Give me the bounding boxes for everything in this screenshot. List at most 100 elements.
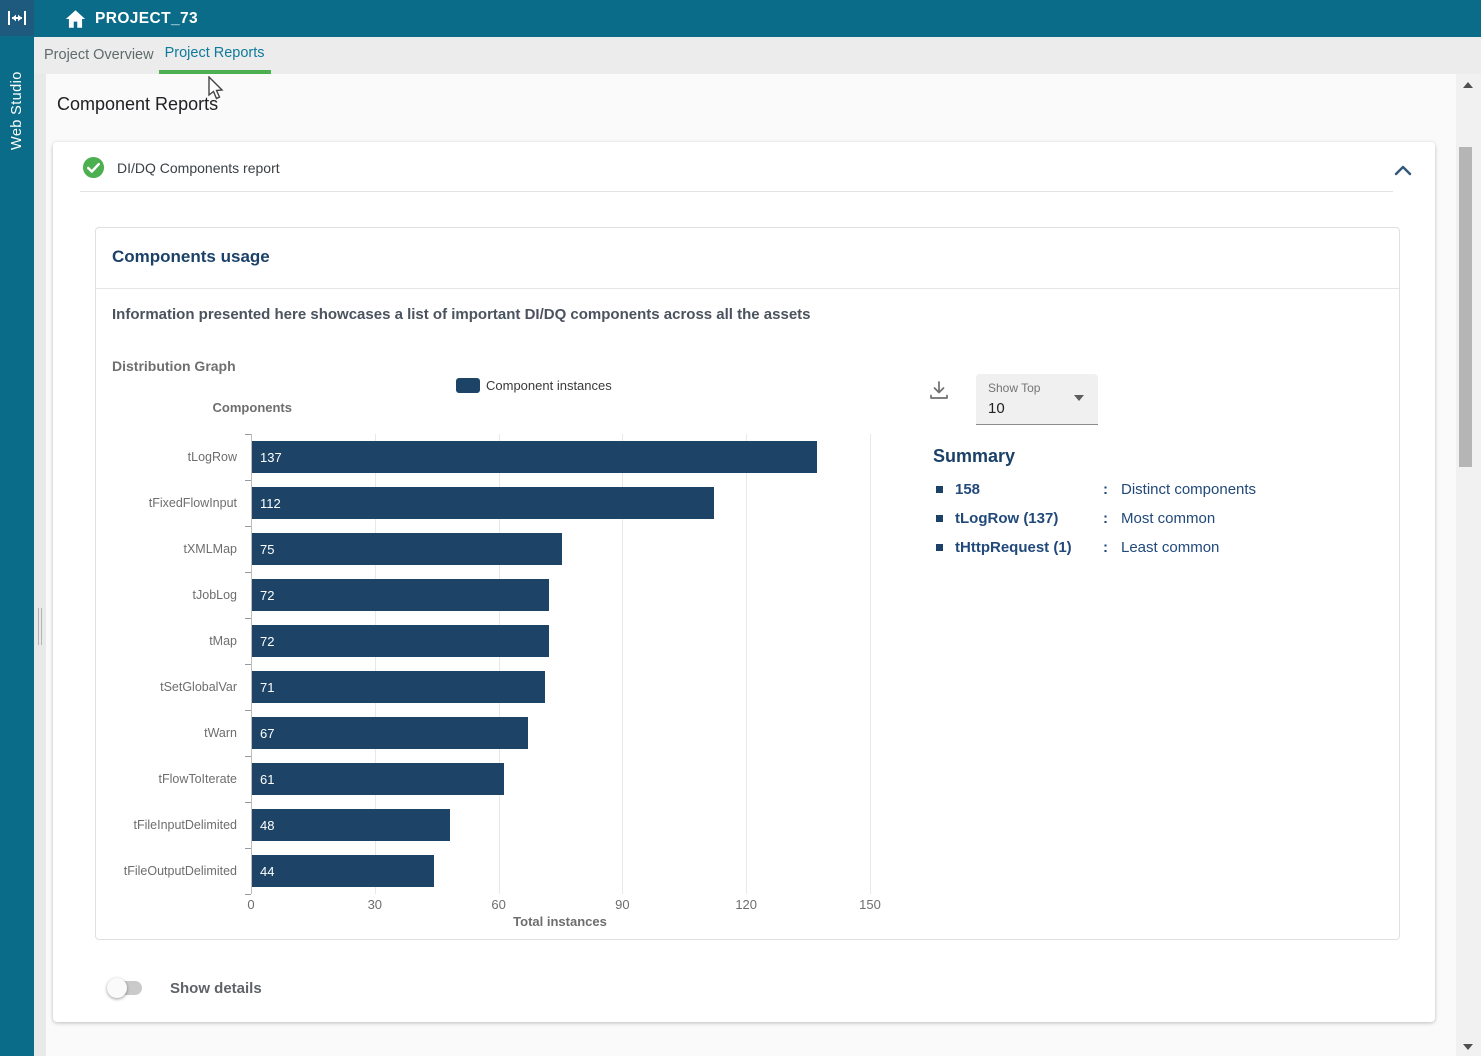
bar-value-label: 72 <box>252 634 274 649</box>
legend-label: Component instances <box>486 378 612 393</box>
resizer-handle-icon <box>36 608 44 645</box>
category-label: tFileInputDelimited <box>121 802 244 848</box>
category-label: tFixedFlowInput <box>121 480 244 526</box>
x-tick-label: 150 <box>850 897 890 912</box>
summary-description: Most common <box>1121 510 1215 527</box>
bar-value-label: 44 <box>252 864 274 879</box>
category-label: tMap <box>121 618 244 664</box>
card-description: Information presented here showcases a l… <box>112 306 811 323</box>
distribution-graph-label: Distribution Graph <box>112 358 236 374</box>
category-label: tWarn <box>121 710 244 756</box>
summary-term: 158 <box>955 481 1103 498</box>
y-tick-mark <box>245 526 251 527</box>
summary-item: tLogRow (137):Most common <box>933 510 1333 527</box>
download-icon[interactable] <box>928 379 950 401</box>
bar-tSetGlobalVar[interactable]: 71 <box>252 671 545 703</box>
bullet-icon <box>936 486 943 493</box>
bar-tFixedFlowInput[interactable]: 112 <box>252 487 714 519</box>
bar-chart-plot: 137 112 75 72 72 71 67 61 48 44 <box>251 434 870 894</box>
bar-value-label: 137 <box>252 450 282 465</box>
show-details-label: Show details <box>170 980 262 997</box>
bar-tLogRow[interactable]: 137 <box>252 441 817 473</box>
summary-item: tHttpRequest (1):Least common <box>933 539 1333 556</box>
scroll-down-arrow-icon[interactable] <box>1463 1044 1473 1050</box>
summary-term: tLogRow (137) <box>955 510 1103 527</box>
bullet-icon <box>936 544 943 551</box>
home-button[interactable] <box>64 8 86 30</box>
scrollbar-thumb[interactable] <box>1459 147 1472 467</box>
show-top-select[interactable]: Show Top 10 <box>976 374 1098 425</box>
category-label: tJobLog <box>121 572 244 618</box>
bar-tMap[interactable]: 72 <box>252 625 549 657</box>
summary-description: Distinct components <box>1121 481 1256 498</box>
dropdown-arrow-icon <box>1074 395 1084 401</box>
y-tick-mark <box>245 618 251 619</box>
sidebar-app-label: Web Studio <box>0 58 34 150</box>
y-tick-mark <box>245 664 251 665</box>
legend-swatch <box>456 378 480 393</box>
tab-project-reports[interactable]: Project Reports <box>159 37 271 74</box>
vertical-scrollbar[interactable] <box>1456 74 1481 1056</box>
success-check-icon <box>82 156 105 179</box>
gridline <box>746 434 747 894</box>
category-axis-labels: tLogRowtFixedFlowInputtXMLMaptJobLogtMap… <box>121 434 244 894</box>
y-axis-title: Components <box>162 400 292 415</box>
bullet-icon <box>936 515 943 522</box>
project-title: PROJECT_73 <box>95 10 198 28</box>
bar-tFileOutputDelimited[interactable]: 44 <box>252 855 434 887</box>
summary-title: Summary <box>933 446 1333 467</box>
summary-list: 158:Distinct componentstLogRow (137):Mos… <box>933 481 1333 556</box>
summary-colon: : <box>1103 539 1121 556</box>
tab-project-overview[interactable]: Project Overview <box>44 37 154 74</box>
panel-resizer[interactable] <box>34 74 46 1056</box>
bar-tXMLMap[interactable]: 75 <box>252 533 562 565</box>
bar-tJobLog[interactable]: 72 <box>252 579 549 611</box>
report-accordion: DI/DQ Components report Components usage… <box>53 142 1435 1022</box>
category-label: tFlowToIterate <box>121 756 244 802</box>
summary-term: tHttpRequest (1) <box>955 539 1103 556</box>
bar-value-label: 71 <box>252 680 274 695</box>
bar-tFileInputDelimited[interactable]: 48 <box>252 809 450 841</box>
summary-item: 158:Distinct components <box>933 481 1333 498</box>
y-tick-mark <box>245 434 251 435</box>
components-usage-card: Components usage Information presented h… <box>95 227 1400 940</box>
sidebar-collapse-button[interactable] <box>0 0 34 36</box>
bar-tWarn[interactable]: 67 <box>252 717 528 749</box>
chevron-up-icon[interactable] <box>1394 164 1412 176</box>
app-window: Web Studio PROJECT_73 Project Overview P… <box>0 0 1481 1056</box>
scroll-up-arrow-icon[interactable] <box>1463 82 1473 88</box>
show-top-label: Show Top <box>988 381 1040 395</box>
y-tick-mark <box>245 848 251 849</box>
chart-legend: Component instances <box>456 378 612 393</box>
category-label: tXMLMap <box>121 526 244 572</box>
y-tick-mark <box>245 802 251 803</box>
bar-tFlowToIterate[interactable]: 61 <box>252 763 504 795</box>
y-tick-mark <box>245 480 251 481</box>
x-tick-label: 90 <box>602 897 642 912</box>
show-details-toggle[interactable] <box>107 978 144 998</box>
y-tick-mark <box>245 572 251 573</box>
category-label: tFileOutputDelimited <box>121 848 244 894</box>
x-axis-title: Total instances <box>460 914 660 929</box>
page-title: Component Reports <box>57 94 218 115</box>
x-tick-label: 60 <box>479 897 519 912</box>
left-sidebar: Web Studio <box>0 0 34 1056</box>
toggle-knob <box>107 978 127 998</box>
card-title: Components usage <box>112 247 270 267</box>
x-tick-label: 120 <box>726 897 766 912</box>
category-label: tSetGlobalVar <box>121 664 244 710</box>
summary-panel: Summary 158:Distinct componentstLogRow (… <box>933 446 1333 568</box>
bar-value-label: 67 <box>252 726 274 741</box>
x-tick-label: 30 <box>355 897 395 912</box>
show-details-row: Show details <box>107 978 262 998</box>
top-header-bar: PROJECT_73 <box>34 0 1481 37</box>
y-tick-mark <box>245 756 251 757</box>
divider <box>96 288 1399 289</box>
bar-value-label: 72 <box>252 588 274 603</box>
expand-horizontal-icon <box>7 10 27 26</box>
bar-value-label: 48 <box>252 818 274 833</box>
divider <box>80 191 1393 192</box>
show-top-value: 10 <box>988 400 1005 417</box>
category-label: tLogRow <box>121 434 244 480</box>
home-icon <box>65 9 86 29</box>
